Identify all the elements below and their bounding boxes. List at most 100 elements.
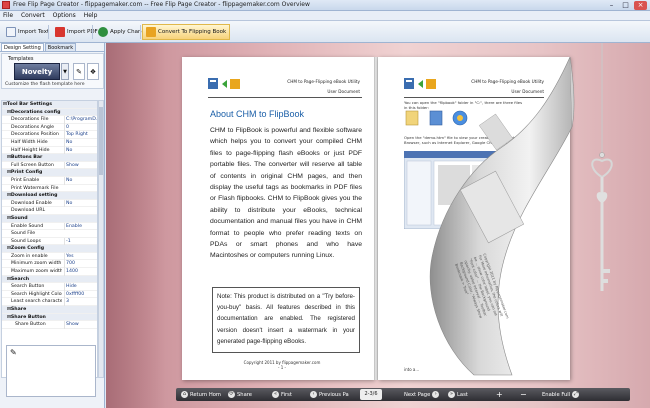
- import-text-button[interactable]: Import Text: [2, 24, 53, 40]
- property-value[interactable]: No: [64, 199, 97, 208]
- property-row[interactable]: Decorations File C:\ProgramD...: [2, 116, 97, 124]
- share-button[interactable]: ⟳ Share: [228, 389, 252, 400]
- property-row[interactable]: ⊟Search: [2, 275, 97, 284]
- property-row[interactable]: Half Height Hide No: [2, 146, 97, 155]
- property-name: Sound File: [11, 231, 36, 237]
- property-row[interactable]: Print Enable No: [2, 176, 97, 185]
- property-row[interactable]: Search Highlight Color 0xffff00: [2, 290, 97, 299]
- property-row[interactable]: Half Width Hide No: [2, 138, 97, 147]
- menu-help[interactable]: Help: [81, 11, 101, 21]
- property-name: Zoom in enable: [11, 253, 48, 259]
- property-value[interactable]: No: [64, 138, 97, 147]
- property-name: ⊟Print Config: [7, 170, 43, 176]
- templates-box: Templates Novelty ▼ ✎ ❖ Customize the fl…: [1, 53, 104, 89]
- property-row[interactable]: Maximum zoom width 1400: [2, 268, 97, 276]
- previous-page-icon: ‹: [310, 391, 317, 398]
- property-row[interactable]: Decorations Angle 0: [2, 123, 97, 132]
- description-preview: ✎: [6, 345, 96, 397]
- property-value[interactable]: Show: [64, 161, 97, 170]
- property-value[interactable]: Show: [64, 321, 97, 329]
- page-curl[interactable]: [402, 57, 582, 377]
- property-value[interactable]: No: [64, 176, 97, 185]
- property-value[interactable]: No: [64, 146, 97, 155]
- property-row[interactable]: ⊟Sound: [2, 214, 97, 223]
- menu-options[interactable]: Options: [50, 11, 79, 21]
- save-template-icon[interactable]: ✎: [73, 63, 85, 80]
- property-name: Sound Loops: [11, 238, 41, 244]
- property-value[interactable]: 1400: [64, 268, 97, 276]
- property-value[interactable]: -1: [64, 237, 97, 246]
- convert-button[interactable]: Convert To Flipping Book: [142, 24, 231, 40]
- zoom-in-button[interactable]: +: [496, 389, 503, 400]
- property-row[interactable]: ⊟Download setting: [2, 192, 97, 200]
- menu-convert[interactable]: Convert: [18, 11, 48, 21]
- first-page-button[interactable]: «First: [272, 389, 292, 400]
- fullscreen-button[interactable]: Enable Full ⤢: [542, 389, 580, 400]
- header-rule: [208, 97, 362, 98]
- property-value[interactable]: 700: [64, 260, 97, 269]
- property-name: Half Height Hide: [11, 147, 50, 153]
- page-logo-icon: [208, 78, 240, 89]
- flip-navigation-bar: ⌂ Return Hom ⟳ Share «First ‹ Previous Pa 2…: [176, 388, 630, 401]
- property-row[interactable]: Full Screen Button Show: [2, 161, 97, 170]
- previous-page-button[interactable]: ‹ Previous Pa: [310, 389, 349, 400]
- property-name: Download Enable: [11, 200, 52, 206]
- import-text-label: Import Text: [18, 29, 50, 35]
- property-row[interactable]: ⊟Tool Bar Settings: [2, 101, 97, 109]
- property-row[interactable]: ⊟Print Config: [2, 169, 97, 177]
- property-value[interactable]: 0xffff00: [64, 290, 97, 299]
- property-value[interactable]: 0: [64, 123, 97, 132]
- property-value[interactable]: Yes: [64, 252, 97, 261]
- last-page-button[interactable]: » Last: [448, 389, 468, 400]
- property-row[interactable]: Download Enable No: [2, 199, 97, 208]
- tab-bookmark[interactable]: Bookmark: [44, 43, 77, 51]
- page-title: About CHM to FlipBook: [210, 109, 305, 119]
- left-page[interactable]: CHM to Page-Flipping eBook Utility User …: [182, 57, 374, 380]
- property-row[interactable]: Print Watermark File: [2, 185, 97, 193]
- property-value[interactable]: Hide: [64, 283, 97, 291]
- property-row[interactable]: Zoom in enable Yes: [2, 252, 97, 261]
- close-button[interactable]: ×: [634, 1, 647, 10]
- property-row[interactable]: Minimum zoom width 700: [2, 260, 97, 269]
- toolbar: Import Text Import PDF Apply Change Conv…: [0, 21, 650, 43]
- template-dropdown-icon[interactable]: ▼: [61, 63, 69, 80]
- left-header-line2: User Document: [327, 89, 360, 94]
- property-row[interactable]: Share Button Show: [2, 321, 97, 329]
- property-name: Print Watermark File: [11, 185, 59, 191]
- scrollbar-thumb[interactable]: [99, 107, 103, 175]
- apply-icon: [98, 27, 108, 37]
- zoom-out-button[interactable]: −: [520, 389, 527, 400]
- property-value[interactable]: Enable: [64, 222, 97, 231]
- property-row[interactable]: Download URL: [2, 207, 97, 215]
- property-name: ⊟Share: [7, 307, 27, 313]
- minimize-button[interactable]: –: [605, 1, 618, 10]
- property-row[interactable]: ⊟Buttons Bar: [2, 154, 97, 162]
- property-value[interactable]: Top Right: [64, 131, 97, 139]
- maximize-button[interactable]: □: [619, 1, 632, 10]
- property-row[interactable]: Sound Loops -1: [2, 237, 97, 246]
- property-row[interactable]: ⊟Zoom Config: [2, 245, 97, 253]
- property-row[interactable]: Decorations Position Top Right: [2, 131, 97, 139]
- toolbar-separator: [140, 25, 141, 39]
- property-row[interactable]: Sound File: [2, 230, 97, 238]
- next-page-button[interactable]: Next Page ›: [404, 389, 440, 400]
- property-row[interactable]: ⊟Share: [2, 306, 97, 314]
- property-row[interactable]: ⊟Share Button: [2, 313, 97, 322]
- property-name: Minimum zoom width: [11, 261, 62, 267]
- next-page-icon: ›: [432, 391, 440, 398]
- pencil-icon: ✎: [10, 348, 17, 357]
- return-home-button[interactable]: ⌂ Return Hom: [181, 389, 221, 400]
- property-row[interactable]: ⊟Decorations config: [2, 108, 97, 117]
- property-row[interactable]: Search Button Hide: [2, 283, 97, 291]
- property-value[interactable]: 3: [64, 298, 97, 307]
- menu-file[interactable]: File: [0, 11, 16, 21]
- property-grid[interactable]: ⊟Tool Bar Settings ⊟Decorations config Dec…: [1, 100, 98, 378]
- page-number-input[interactable]: 2-3/6: [360, 389, 382, 400]
- property-scrollbar[interactable]: [98, 100, 104, 378]
- property-row[interactable]: Least search characters 3: [2, 298, 97, 307]
- property-value[interactable]: C:\ProgramD...: [64, 116, 97, 124]
- tab-design-setting[interactable]: Design Setting: [1, 43, 44, 51]
- theme-icon[interactable]: ❖: [87, 63, 99, 80]
- template-select-button[interactable]: Novelty: [14, 63, 60, 80]
- property-row[interactable]: Enable Sound Enable: [2, 222, 97, 231]
